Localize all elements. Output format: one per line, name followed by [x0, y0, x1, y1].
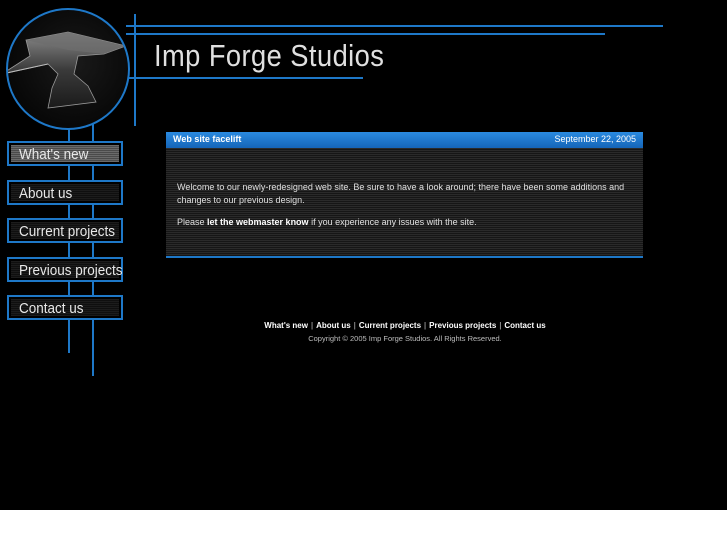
footer-nav: What's new | About us | Current projects | Pre… — [0, 321, 727, 330]
nav-label: Current projects — [19, 223, 116, 240]
header-rule-top — [126, 25, 663, 27]
news-paragraph: Please let the webmaster know if you exp… — [177, 216, 637, 229]
footer-separator: | — [424, 321, 427, 330]
footer-separator: | — [353, 321, 356, 330]
footer-link-about-us[interactable]: About us — [316, 321, 351, 330]
nav-label: What's new — [19, 146, 89, 163]
nav-whats-new-button[interactable]: What's new — [7, 141, 123, 166]
news-body: Welcome to our newly-redesigned web site… — [177, 181, 637, 238]
nav-previous-projects-button[interactable]: Previous projects — [7, 257, 123, 282]
anvil-icon — [8, 31, 128, 109]
nav-current-projects-button[interactable]: Current projects — [7, 218, 123, 243]
footer-link-previous-projects[interactable]: Previous projects — [429, 321, 496, 330]
footer-link-contact-us[interactable]: Contact us — [504, 321, 545, 330]
footer-separator: | — [310, 321, 314, 330]
news-paragraph: Welcome to our newly-redesigned web site… — [177, 182, 625, 205]
news-date: September 22, 2005 — [554, 134, 636, 144]
site-title: Imp Forge Studios — [154, 38, 385, 73]
nav-label: Contact us — [19, 300, 84, 317]
footer-link-current-projects[interactable]: Current projects — [359, 321, 421, 330]
news-header-bar: Web site facelift September 22, 2005 — [166, 132, 643, 148]
copyright-text: Copyright © 2005 Imp Forge Studios. All … — [308, 334, 502, 343]
page-canvas: Imp Forge Studios What's new About us Cu… — [0, 0, 727, 510]
news-title: Web site facelift — [173, 134, 242, 144]
news-panel: Web site facelift September 22, 2005 Wel… — [166, 132, 643, 258]
nav-about-us-button[interactable]: About us — [7, 180, 123, 205]
header-rule-second — [126, 33, 605, 35]
header-vertical-rule — [134, 14, 136, 126]
webmaster-link[interactable]: let the webmaster know — [207, 217, 309, 227]
footer-link-whats-new[interactable]: What's new — [264, 321, 308, 330]
nav-contact-us-button[interactable]: Contact us — [7, 295, 123, 320]
nav-label: Previous projects — [19, 262, 123, 279]
news-text: if you experience any issues with the si… — [308, 217, 477, 227]
header-rule-underline — [126, 77, 363, 79]
nav-label: About us — [19, 185, 73, 202]
site-logo[interactable] — [6, 8, 130, 130]
news-text: Please — [177, 217, 208, 227]
